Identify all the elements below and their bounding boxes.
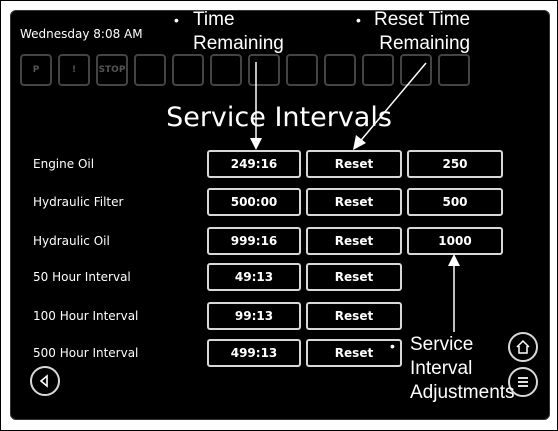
bullet-service-interval: • — [390, 338, 395, 354]
bullet-time: • — [174, 12, 179, 28]
callout-reset-time-remaining: Reset Time Remaining — [374, 9, 471, 54]
callout-service-interval-adjustments: Service Interval Adjustments — [410, 334, 515, 403]
callout-time-remaining: Time Remaining — [193, 9, 284, 54]
bullet-reset-time: • — [356, 12, 361, 28]
